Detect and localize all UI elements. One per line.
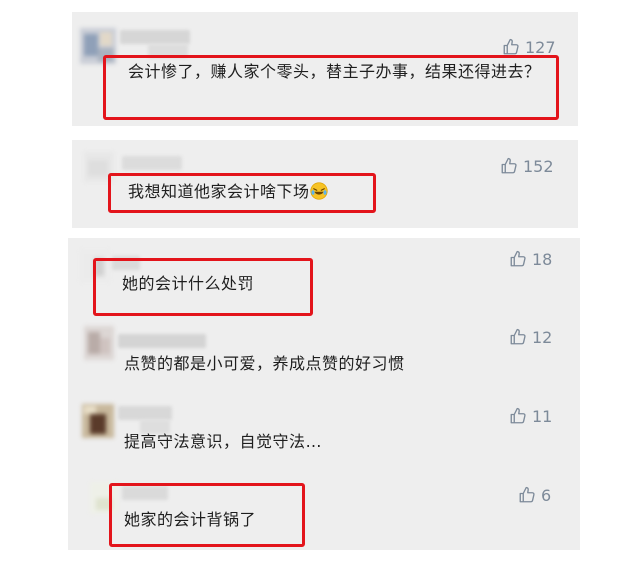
like-button[interactable]: 152 — [500, 156, 554, 176]
like-count: 18 — [532, 249, 553, 269]
username-blurred[interactable] — [122, 156, 182, 170]
comment-text: 提高守法意识，自觉守法… — [124, 432, 323, 451]
laughing-crying-emoji-icon — [309, 182, 328, 200]
comment-text: 她家的会计背锅了 — [124, 510, 257, 529]
thumbs-up-icon — [518, 486, 536, 504]
comment-text: 我想知道他家会计啥下场 — [128, 180, 368, 204]
comment-text: 会计惨了，赚人家个零头，替主子办事，结果还得进去？ — [128, 62, 541, 81]
like-button[interactable]: 12 — [509, 327, 552, 347]
like-count: 11 — [532, 406, 553, 426]
like-button[interactable]: 6 — [518, 485, 551, 505]
comment-text: 点赞的都是小可爱，养成点赞的好习惯 — [124, 354, 405, 373]
like-button[interactable]: 127 — [502, 37, 556, 57]
avatar[interactable] — [80, 28, 116, 64]
thumbs-up-icon — [500, 157, 518, 175]
username-blurred[interactable] — [118, 406, 172, 420]
thumbs-up-icon — [509, 328, 527, 346]
like-count: 127 — [525, 37, 556, 57]
like-count: 152 — [523, 156, 554, 176]
thumbs-up-icon — [509, 407, 527, 425]
like-button[interactable]: 18 — [509, 249, 552, 269]
avatar[interactable] — [84, 326, 114, 360]
thumbs-up-icon — [502, 38, 520, 56]
avatar[interactable] — [80, 250, 110, 282]
like-button[interactable]: 11 — [509, 406, 552, 426]
avatar[interactable] — [90, 482, 118, 514]
comment-text-content: 我想知道他家会计啥下场 — [128, 182, 310, 201]
like-count: 6 — [541, 485, 552, 505]
username-blurred[interactable] — [122, 486, 168, 500]
avatar[interactable] — [82, 404, 114, 438]
comment-text: 她的会计什么处罚 — [122, 274, 255, 293]
avatar[interactable] — [84, 152, 114, 182]
username-blurred[interactable] — [118, 334, 206, 348]
like-count: 12 — [532, 327, 553, 347]
username-blurred[interactable] — [120, 30, 190, 44]
thumbs-up-icon — [509, 250, 527, 268]
username-blurred[interactable] — [112, 256, 140, 270]
username-blurred — [148, 44, 188, 58]
